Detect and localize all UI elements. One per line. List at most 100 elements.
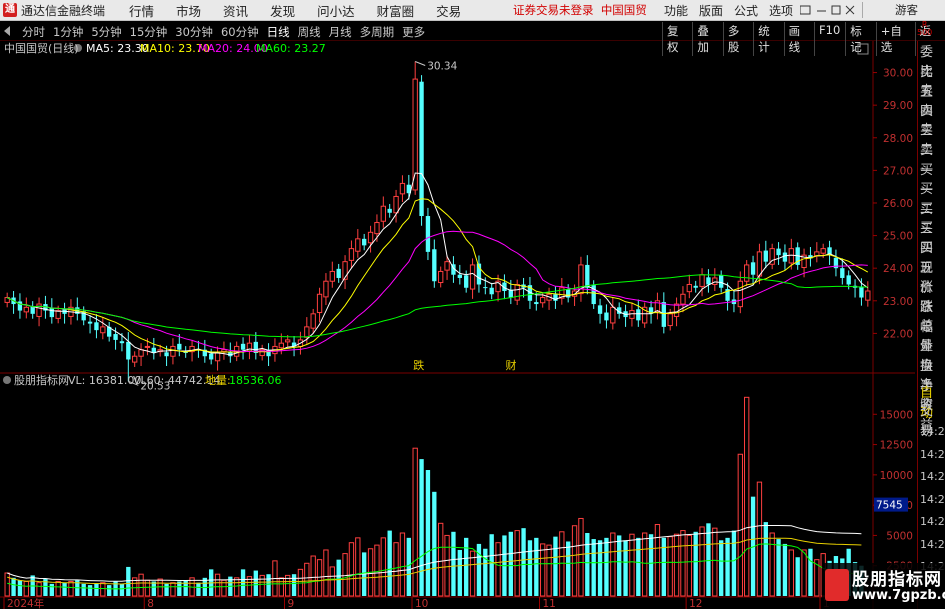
volume-bar-65 — [419, 459, 424, 596]
x-tick-label-2: 9 — [288, 598, 295, 609]
volume-bar-66 — [425, 470, 431, 596]
volume-bar-26 — [170, 582, 176, 597]
candle-body-93 — [597, 305, 603, 314]
price-tick-label-8: 22.00 — [883, 328, 913, 340]
tick-time-5: 14:27 — [920, 537, 945, 551]
volume-bar-68 — [438, 522, 444, 597]
candle-body-98 — [629, 310, 635, 319]
chart-control-icon — [857, 43, 869, 55]
candle-body-118 — [756, 251, 763, 277]
candle-body-67 — [432, 249, 437, 282]
volume-bar-121 — [776, 539, 781, 596]
volume-bar-64 — [412, 447, 418, 597]
period-tab-0[interactable]: 分时 — [22, 24, 45, 40]
watermark-line2: www.7gpzb.com — [852, 588, 945, 603]
volume-bar-19 — [126, 566, 131, 596]
volume-bar-69 — [444, 534, 450, 597]
menu-item-shichang[interactable]: 市场 — [176, 1, 201, 20]
candle-body-57 — [367, 231, 374, 244]
menu-item-caifuquan[interactable]: 财富圈 — [377, 1, 415, 20]
candle-body-69 — [444, 261, 450, 271]
candle-body-83 — [534, 302, 539, 305]
candle-body-103 — [661, 302, 666, 327]
menu-item-gongshi[interactable]: 公式 — [734, 2, 758, 19]
candle-body-48 — [310, 313, 316, 329]
volume-bar-40 — [259, 574, 265, 597]
period-tab-1[interactable]: 1分钟 — [53, 24, 83, 40]
candle-body-54 — [348, 248, 355, 261]
x-tick-label-4: 11 — [543, 598, 556, 609]
period-tab-6[interactable]: 日线 — [267, 24, 290, 40]
tick-time-0: 14:26 — [920, 425, 945, 438]
candle-body-44 — [285, 339, 291, 343]
kline-chart[interactable]: 30.00 29.00 28.00 27.00 26.00 25.00 24.00 23.00… — [0, 41, 915, 609]
volume-bar-116 — [744, 396, 750, 597]
period-tab-8[interactable]: 月线 — [329, 24, 352, 40]
volume-bar-122 — [782, 543, 788, 596]
candle-body-109 — [699, 274, 705, 287]
volume-bar-0 — [4, 572, 10, 597]
candle-body-43 — [278, 342, 284, 349]
tick-time-4: 14:27 — [920, 515, 945, 528]
menu-item-faxian[interactable]: 发现 — [270, 1, 295, 20]
candle-body-51 — [329, 270, 335, 282]
event-marker-die: 跌 — [413, 358, 424, 372]
menu-item-gongneng[interactable]: 功能 — [664, 2, 688, 19]
volume-bar-85 — [546, 544, 552, 597]
trade-login-notice[interactable]: 证券交易未登录 中国国贸 — [513, 2, 647, 18]
candle-body-13 — [87, 321, 93, 324]
volume-bar-76 — [489, 534, 494, 596]
period-tab-4[interactable]: 30分钟 — [175, 24, 213, 40]
volume-bar-74 — [476, 543, 482, 596]
price-tick-label-7: 23.00 — [883, 296, 913, 308]
vol-tick-label-0: 15000 — [880, 409, 913, 421]
volume-bar-105 — [673, 533, 680, 597]
candle-body-22 — [144, 345, 151, 348]
volume-bar-47 — [304, 562, 310, 597]
candle-body-37 — [240, 343, 246, 350]
menu-item-xuanxiang[interactable]: 选项 — [769, 2, 793, 19]
event-marker-cai: 财 — [505, 358, 516, 372]
volume-bar-101 — [648, 534, 654, 596]
period-tab-5[interactable]: 60分钟 — [221, 24, 259, 40]
tick-time-3: 14:27 — [920, 492, 945, 506]
candle-body-19 — [126, 341, 131, 360]
volume-bar-102 — [654, 524, 661, 597]
collapse-arrow-icon[interactable] — [4, 26, 10, 36]
menu-item-wenxiaoda[interactable]: 问小达 — [317, 1, 355, 20]
period-tab-10[interactable]: 更多 — [402, 24, 425, 40]
period-tab-3[interactable]: 15分钟 — [130, 24, 168, 40]
menu-item-banmian[interactable]: 版面 — [699, 2, 723, 19]
candle-body-65 — [419, 81, 424, 217]
menu-item-zixun[interactable]: 资讯 — [223, 1, 248, 20]
volume-bar-62 — [399, 532, 406, 597]
candle-body-15 — [100, 326, 106, 334]
title-separator — [862, 2, 863, 18]
candle-body-112 — [719, 275, 724, 288]
volume-bar-33 — [214, 573, 221, 597]
price-tick-label-1: 29.00 — [883, 100, 913, 112]
volume-bar-5 — [36, 582, 42, 597]
volume-bar-54 — [348, 542, 355, 597]
volume-bar-55 — [355, 537, 361, 597]
volume-bar-23 — [151, 581, 156, 596]
r-badge-value: 500 — [917, 28, 933, 37]
x-tick-label-0: 2024年 — [7, 597, 44, 609]
volume-bar-18 — [119, 583, 125, 596]
period-tab-9[interactable]: 多周期 — [360, 24, 395, 40]
candle-body-7 — [49, 307, 54, 318]
tick-time-2: 14:26 — [920, 470, 945, 483]
candle-body-52 — [336, 268, 341, 278]
period-tab-7[interactable]: 周线 — [298, 24, 321, 40]
menu-item-hangqing[interactable]: 行情 — [129, 1, 154, 20]
guest-login[interactable]: 游客 — [895, 2, 918, 18]
candle-body-75 — [483, 287, 488, 289]
period-tab-2[interactable]: 5分钟 — [91, 24, 121, 40]
volume-bar-16 — [107, 585, 112, 596]
volume-bar-10 — [68, 580, 74, 597]
menu-item-jiaoyi[interactable]: 交易 — [436, 1, 461, 20]
candle-body-106 — [680, 293, 686, 305]
candle-body-107 — [686, 283, 692, 293]
candle-body-115 — [737, 280, 743, 308]
candle-body-56 — [362, 238, 367, 246]
